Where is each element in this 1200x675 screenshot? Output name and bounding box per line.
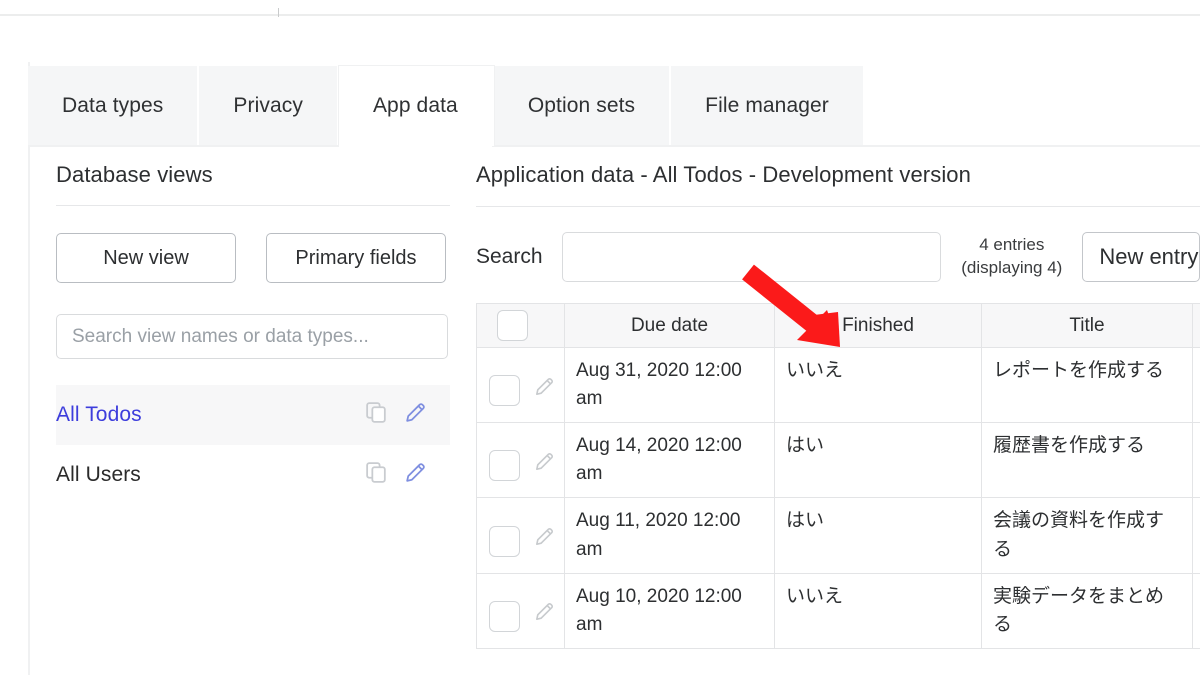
data-search-row: Search 4 entries (displaying 4) New entr…	[476, 232, 1200, 282]
row-edit-pencil-icon[interactable]	[533, 450, 556, 482]
row-select-cell	[476, 572, 565, 649]
tab-bar-underline	[28, 145, 1200, 147]
column-header-finished[interactable]: Finished	[774, 303, 982, 348]
tab-data-types[interactable]: Data types	[28, 66, 200, 146]
table-header-row: Due date Finished Title	[476, 303, 1200, 348]
main-tab-bar: Data types Privacy App data Option sets File…	[28, 66, 865, 148]
left-vertical-divider	[28, 62, 30, 675]
database-views-panel: Database views New view Primary fields A…	[56, 162, 450, 505]
data-search-input[interactable]	[561, 232, 942, 282]
cell-title: 実験データをまとめる	[981, 572, 1193, 649]
view-item-actions	[364, 400, 428, 431]
table-row[interactable]: Aug 14, 2020 12:00 am はい 履歴書を作成する	[476, 422, 1200, 499]
main-title-divider	[476, 206, 1200, 207]
row-edit-pencil-icon[interactable]	[533, 375, 556, 407]
table-row[interactable]: Aug 11, 2020 12:00 am はい 会議の資料を作成する	[476, 497, 1200, 574]
app-root: Data types Privacy App data Option sets File…	[0, 0, 1200, 675]
application-data-panel: Application data - All Todos - Developme…	[476, 162, 1200, 649]
row-checkbox[interactable]	[489, 375, 520, 407]
cell-due-date: Aug 11, 2020 12:00 am	[564, 497, 775, 574]
view-item-actions	[364, 460, 428, 491]
database-views-title: Database views	[56, 162, 213, 187]
application-data-title: Application data - All Todos - Developme…	[476, 162, 971, 187]
database-view-list: All Todos All Users	[56, 385, 450, 505]
table-header: Due date Finished Title	[476, 303, 1200, 348]
tab-file-manager[interactable]: File manager	[671, 66, 865, 146]
cell-due-date: Aug 14, 2020 12:00 am	[564, 422, 775, 499]
app-data-table-wrapper: Due date Finished Title Aug 31, 2020 12:…	[476, 303, 1200, 649]
row-edit-pencil-icon[interactable]	[533, 525, 556, 557]
row-checkbox[interactable]	[489, 450, 520, 482]
row-select-cell	[476, 346, 565, 424]
cell-finished: はい	[774, 422, 982, 499]
pencil-icon[interactable]	[403, 460, 428, 491]
row-select-cell	[476, 422, 565, 499]
view-list-item[interactable]: All Users	[56, 445, 450, 505]
column-header-title[interactable]: Title	[981, 303, 1193, 348]
cell-due-date: Aug 31, 2020 12:00 am	[564, 346, 775, 424]
duplicate-icon[interactable]	[364, 400, 389, 431]
primary-fields-button[interactable]: Primary fields	[266, 233, 446, 283]
tab-app-data[interactable]: App data	[338, 66, 494, 148]
cell-finished: いいえ	[774, 572, 982, 649]
view-list-item[interactable]: All Todos	[56, 385, 450, 445]
table-body: Aug 31, 2020 12:00 am いいえ レポートを作成する Aug 14,…	[476, 346, 1200, 649]
cell-finished: いいえ	[774, 346, 982, 424]
column-header-select	[476, 303, 565, 348]
cell-title: 履歴書を作成する	[981, 422, 1193, 499]
cell-due-date: Aug 10, 2020 12:00 am	[564, 572, 775, 649]
new-entry-button[interactable]: New entry	[1082, 232, 1200, 282]
app-data-table: Due date Finished Title Aug 31, 2020 12:…	[476, 303, 1200, 649]
select-all-checkbox[interactable]	[497, 310, 528, 341]
sidebar-title-divider	[56, 205, 450, 206]
cell-extra	[1192, 422, 1200, 499]
window-top-divider	[0, 14, 1200, 16]
cell-extra	[1192, 497, 1200, 574]
data-search-label: Search	[476, 245, 543, 268]
view-item-label: All Todos	[56, 403, 142, 426]
column-header-due-date[interactable]: Due date	[564, 303, 775, 348]
new-view-button[interactable]: New view	[56, 233, 236, 283]
cell-title: 会議の資料を作成する	[981, 497, 1193, 574]
table-row[interactable]: Aug 31, 2020 12:00 am いいえ レポートを作成する	[476, 346, 1200, 424]
cell-title: レポートを作成する	[981, 346, 1193, 424]
entries-displaying-text: (displaying 4)	[961, 258, 1063, 277]
duplicate-icon[interactable]	[364, 460, 389, 491]
entries-count-text: 4 entries	[979, 235, 1045, 255]
table-row[interactable]: Aug 10, 2020 12:00 am いいえ 実験データをまとめる	[476, 572, 1200, 649]
cell-finished: はい	[774, 497, 982, 574]
cell-extra	[1192, 346, 1200, 424]
window-top-tick	[278, 8, 279, 17]
tab-option-sets[interactable]: Option sets	[493, 66, 672, 146]
tab-privacy[interactable]: Privacy	[199, 66, 339, 146]
row-checkbox[interactable]	[489, 600, 520, 632]
view-search-input[interactable]	[56, 314, 448, 359]
sidebar-button-row: New view Primary fields	[56, 233, 450, 283]
cell-extra	[1192, 572, 1200, 649]
column-header-extra[interactable]	[1192, 303, 1200, 348]
pencil-icon[interactable]	[403, 400, 428, 431]
view-item-label: All Users	[56, 463, 141, 486]
row-edit-pencil-icon[interactable]	[533, 600, 556, 632]
entries-counter: 4 entries (displaying 4)	[960, 234, 1063, 280]
row-checkbox[interactable]	[489, 525, 520, 557]
row-select-cell	[476, 497, 565, 574]
